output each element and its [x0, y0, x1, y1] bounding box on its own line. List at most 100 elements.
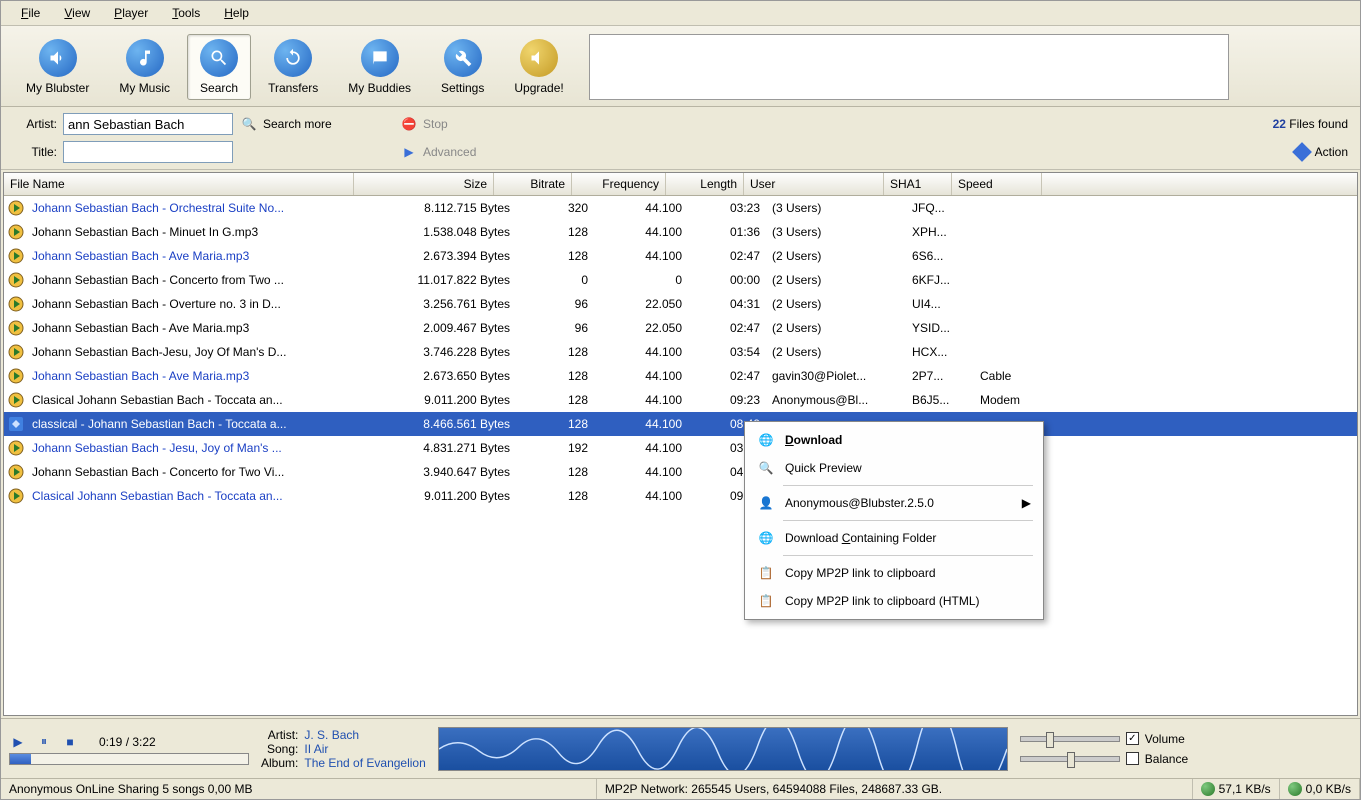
cell-bitrate: 96 [516, 321, 594, 335]
wrench-icon [444, 39, 482, 77]
table-row[interactable]: classical - Johann Sebastian Bach - Tocc… [4, 412, 1357, 436]
table-row[interactable]: Johann Sebastian Bach - Minuet In G.mp31… [4, 220, 1357, 244]
chevron-right-icon: ▶ [1022, 496, 1031, 510]
toolbar-my-music[interactable]: My Music [106, 34, 183, 100]
cell-user: (2 Users) [766, 345, 906, 359]
toolbar-transfers[interactable]: Transfers [255, 34, 331, 100]
status-left: Anonymous OnLine Sharing 5 songs 0,00 MB [1, 779, 597, 799]
context-download-containing-folder[interactable]: 🌐Download Containing Folder [747, 524, 1041, 552]
search-icon [200, 39, 238, 77]
waveform [438, 727, 1008, 771]
table-row[interactable]: Johann Sebastian Bach - Orchestral Suite… [4, 196, 1357, 220]
column-header[interactable]: Bitrate [494, 173, 572, 195]
cell-sha1: 6KFJ... [906, 273, 974, 287]
cell-frequency: 22.050 [594, 321, 688, 335]
cell-frequency: 44.100 [594, 489, 688, 503]
column-header[interactable]: Frequency [572, 173, 666, 195]
buddies-icon [361, 39, 399, 77]
player-bar: ▶ ⏸ ■ 0:19 / 3:22 Artist:J. S. Bach Song… [1, 718, 1360, 778]
globe-icon [1288, 782, 1302, 796]
cell-length: 03:23 [688, 201, 766, 215]
artist-input[interactable] [63, 113, 233, 135]
menu-help[interactable]: Help [212, 3, 261, 23]
search-bar: Artist: 🔍 Search more ⛔ Stop 22 Files fo… [1, 107, 1360, 170]
table-row[interactable]: Johann Sebastian Bach - Concerto for Two… [4, 460, 1357, 484]
cell-frequency: 44.100 [594, 417, 688, 431]
table-row[interactable]: Clasical Johann Sebastian Bach - Toccata… [4, 388, 1357, 412]
table-row[interactable]: Johann Sebastian Bach - Overture no. 3 i… [4, 292, 1357, 316]
cell-size: 1.538.048 Bytes [376, 225, 516, 239]
advanced-button[interactable]: ▶ Advanced [393, 142, 513, 162]
stop-button-player[interactable]: ■ [61, 733, 79, 751]
cell-frequency: 44.100 [594, 369, 688, 383]
cell-filename: Johann Sebastian Bach - Concerto for Two… [26, 465, 376, 479]
table-row[interactable]: Johann Sebastian Bach - Concerto from Tw… [4, 268, 1357, 292]
cell-frequency: 44.100 [594, 465, 688, 479]
cell-length: 02:47 [688, 249, 766, 263]
magnifier-icon: 🔍 [241, 116, 257, 132]
context-quick-preview[interactable]: 🔍Quick Preview [747, 454, 1041, 482]
column-header[interactable]: Length [666, 173, 744, 195]
menu-tools[interactable]: Tools [160, 3, 212, 23]
cell-sha1: B6J5... [906, 393, 974, 407]
column-header[interactable]: User [744, 173, 884, 195]
toolbar-upgrade-[interactable]: Upgrade! [501, 34, 576, 100]
cell-length: 09:23 [688, 393, 766, 407]
column-header[interactable]: File Name [4, 173, 354, 195]
cell-bitrate: 96 [516, 297, 594, 311]
context-anonymous-blubster-[interactable]: 👤Anonymous@Blubster.2.5.0▶ [747, 489, 1041, 517]
action-label: Action [1315, 145, 1348, 159]
action-button[interactable]: Action [1218, 145, 1348, 159]
volume-slider[interactable] [1020, 736, 1120, 742]
cell-user: (3 Users) [766, 225, 906, 239]
table-row[interactable]: Johann Sebastian Bach - Ave Maria.mp32.6… [4, 244, 1357, 268]
artist-label: Artist: [13, 117, 63, 131]
context-copy-mp-p-link-to-clipboard-html-[interactable]: 📋Copy MP2P link to clipboard (HTML) [747, 587, 1041, 615]
menu-player[interactable]: Player [102, 3, 160, 23]
cell-size: 4.831.271 Bytes [376, 441, 516, 455]
cell-sha1: 2P7... [906, 369, 974, 383]
search-more-button[interactable]: 🔍 Search more [233, 114, 393, 134]
cell-user: (2 Users) [766, 273, 906, 287]
table-row[interactable]: Johann Sebastian Bach - Jesu, Joy of Man… [4, 436, 1357, 460]
table-row[interactable]: Johann Sebastian Bach - Ave Maria.mp32.6… [4, 364, 1357, 388]
cell-filename: Johann Sebastian Bach - Concerto from Tw… [26, 273, 376, 287]
table-row[interactable]: Clasical Johann Sebastian Bach - Toccata… [4, 484, 1357, 508]
status-upload: 0,0 KB/s [1280, 779, 1360, 799]
column-header[interactable]: Size [354, 173, 494, 195]
toolbar-search[interactable]: Search [187, 34, 251, 100]
progress-bar[interactable] [9, 753, 249, 765]
menu-view[interactable]: View [52, 3, 102, 23]
toolbar-my-blubster[interactable]: My Blubster [13, 34, 102, 100]
pause-button[interactable]: ⏸ [35, 733, 53, 751]
toolbar-my-buddies[interactable]: My Buddies [335, 34, 424, 100]
cell-bitrate: 128 [516, 393, 594, 407]
cell-user: gavin30@Piolet... [766, 369, 906, 383]
files-found: 22 Files found [1218, 117, 1348, 131]
balance-checkbox[interactable] [1126, 752, 1139, 765]
column-header[interactable]: SHA1 [884, 173, 952, 195]
cell-frequency: 44.100 [594, 225, 688, 239]
volume-checkbox[interactable]: ✓ [1126, 732, 1139, 745]
table-row[interactable]: Johann Sebastian Bach - Ave Maria.mp32.0… [4, 316, 1357, 340]
title-input[interactable] [63, 141, 233, 163]
cell-size: 2.673.394 Bytes [376, 249, 516, 263]
stop-button[interactable]: ⛔ Stop [393, 114, 513, 134]
menu-file[interactable]: File [9, 3, 52, 23]
toolbar-settings[interactable]: Settings [428, 34, 497, 100]
preview-icon: 🔍 [757, 459, 775, 477]
play-button[interactable]: ▶ [9, 733, 27, 751]
cell-size: 8.466.561 Bytes [376, 417, 516, 431]
context-copy-mp-p-link-to-clipboard[interactable]: 📋Copy MP2P link to clipboard [747, 559, 1041, 587]
cell-user: (2 Users) [766, 297, 906, 311]
advanced-label: Advanced [423, 145, 476, 159]
table-row[interactable]: Johann Sebastian Bach-Jesu, Joy Of Man's… [4, 340, 1357, 364]
cell-size: 9.011.200 Bytes [376, 393, 516, 407]
balance-slider[interactable] [1020, 756, 1120, 762]
cell-length: 00:00 [688, 273, 766, 287]
cell-filename: classical - Johann Sebastian Bach - Tocc… [26, 417, 376, 431]
cell-size: 8.112.715 Bytes [376, 201, 516, 215]
title-label: Title: [13, 145, 63, 159]
column-header[interactable]: Speed [952, 173, 1042, 195]
context-download[interactable]: 🌐Download [747, 426, 1041, 454]
